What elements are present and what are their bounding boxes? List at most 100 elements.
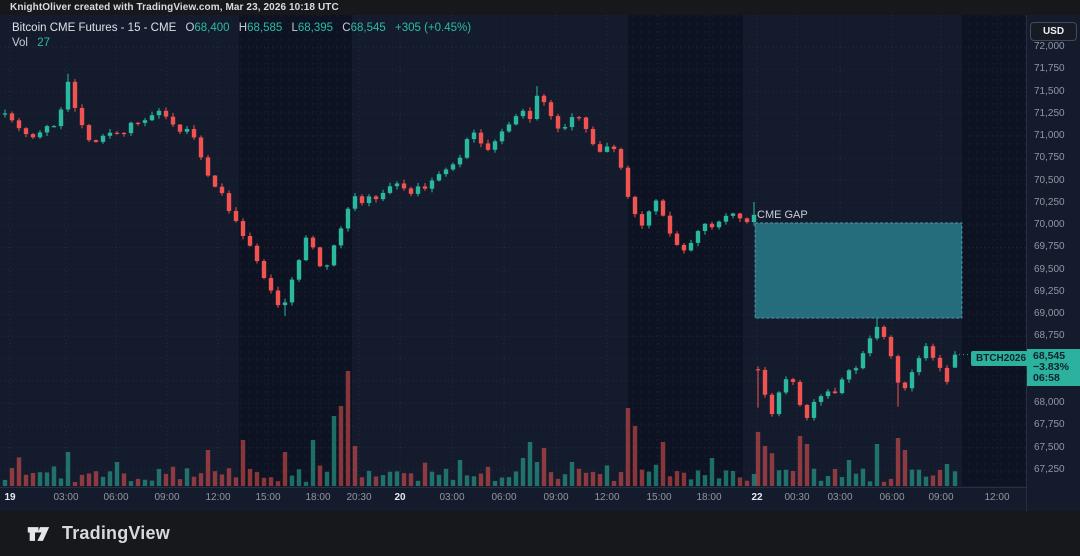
candle-body xyxy=(702,223,708,232)
volume-bar xyxy=(520,457,526,486)
volume-bar xyxy=(548,472,554,486)
volume-bar xyxy=(457,460,463,486)
legend-row-volume: Vol 27 xyxy=(12,36,471,51)
volume-bar xyxy=(541,448,547,486)
candle-body xyxy=(527,110,533,120)
volume-bar xyxy=(597,473,603,486)
candle-body xyxy=(611,146,617,150)
bar-close-countdown: 06:58 xyxy=(1033,372,1060,384)
candle-body xyxy=(408,188,414,194)
volume-bar xyxy=(723,470,729,486)
volume-bar xyxy=(191,476,197,486)
volume-bar xyxy=(429,471,435,486)
symbol-title[interactable]: Bitcoin CME Futures - 15 - CME xyxy=(12,22,176,34)
candle-body xyxy=(275,290,281,306)
candle-body xyxy=(93,140,99,142)
volume-bar xyxy=(184,468,190,486)
volume-bar xyxy=(128,481,134,486)
volume-bar xyxy=(930,475,936,486)
volume-bar xyxy=(121,473,127,486)
candle-body xyxy=(555,116,561,129)
volume-bar xyxy=(881,481,887,486)
volume-bar xyxy=(317,465,323,486)
volume-bar xyxy=(72,481,78,486)
attribution-bar: KnightOliver created with TradingView.co… xyxy=(0,0,1080,15)
candle-body xyxy=(44,126,50,133)
candle-body xyxy=(709,223,715,228)
legend: Bitcoin CME Futures - 15 - CME O68,400 H… xyxy=(12,21,471,51)
candle-body xyxy=(485,143,491,150)
time-label: 06:00 xyxy=(491,492,517,503)
volume-bar xyxy=(51,466,57,486)
price-tick-label: 67,750 xyxy=(1034,419,1065,431)
time-label: 12:00 xyxy=(984,492,1010,503)
candle-body xyxy=(762,369,768,395)
candle-body xyxy=(797,381,803,405)
candle-body xyxy=(471,132,477,140)
candle-body xyxy=(296,260,302,280)
volume-bar xyxy=(212,471,218,486)
volume-bar xyxy=(755,432,761,486)
tradingview-logo-icon[interactable] xyxy=(27,523,53,545)
candle-body xyxy=(499,131,505,142)
footer-bar: TradingView xyxy=(0,511,1080,556)
price-tick-label: 70,500 xyxy=(1034,174,1065,186)
time-label: 15:00 xyxy=(255,492,281,503)
candle-body xyxy=(562,127,568,129)
volume-bar xyxy=(769,453,775,486)
candle-body xyxy=(310,237,316,248)
volume-bar xyxy=(555,478,561,486)
candle-body xyxy=(58,109,64,127)
candle-body xyxy=(366,196,372,204)
candle-body xyxy=(352,196,358,209)
candle-body xyxy=(338,228,344,246)
time-label-day: 22 xyxy=(751,492,763,503)
price-chart[interactable]: CME GAP xyxy=(0,15,1026,487)
open-value: 68,400 xyxy=(194,22,230,34)
candle-body xyxy=(380,192,386,200)
time-label: 06:00 xyxy=(103,492,129,503)
candle-body xyxy=(457,157,463,165)
volume-bar xyxy=(156,468,162,486)
candle-body xyxy=(429,180,435,189)
volume-bar xyxy=(219,474,225,486)
candle-body xyxy=(142,120,148,123)
volume-bar xyxy=(135,478,141,486)
volume-bar xyxy=(58,478,64,486)
volume-bar xyxy=(709,458,715,486)
volume-bar xyxy=(233,477,239,486)
candle-body xyxy=(464,139,470,158)
candle-body xyxy=(443,169,449,175)
volume-bar xyxy=(839,477,845,486)
cme-gap-annotation[interactable]: CME GAP xyxy=(754,209,963,319)
candle-body xyxy=(359,196,365,204)
volume-bar xyxy=(867,481,873,486)
volume-bar xyxy=(860,468,866,486)
candle-body xyxy=(156,110,162,116)
volume-bar xyxy=(198,473,204,486)
candle-body xyxy=(923,346,929,359)
candle-body xyxy=(653,200,659,212)
brand-name[interactable]: TradingView xyxy=(62,523,170,544)
volume-bars xyxy=(2,371,958,486)
high-value: 68,585 xyxy=(247,22,283,34)
volume-bar xyxy=(562,474,568,486)
candle-body xyxy=(716,221,722,228)
candle-body xyxy=(576,117,582,119)
currency-toggle-button[interactable]: USD xyxy=(1030,22,1077,41)
candle-body xyxy=(881,326,887,337)
candle-body xyxy=(261,261,267,278)
candle-body xyxy=(450,164,456,170)
volume-bar xyxy=(513,471,519,486)
volume-bar xyxy=(254,472,260,486)
time-axis[interactable]: 19 03:00 06:00 09:00 12:00 15:00 18:00 20:30 20 0… xyxy=(0,487,1026,508)
price-axis[interactable]: 72,000 71,750 71,500 71,250 71,000 70,750 70,5… xyxy=(1026,15,1080,511)
volume-bar xyxy=(937,469,943,486)
volume-bar xyxy=(275,481,281,486)
volume-bar xyxy=(737,477,743,486)
chart-area[interactable]: CME GAP Bitcoin CME Futures - 15 - CME O… xyxy=(0,15,1080,511)
low-value: 68,395 xyxy=(297,22,334,34)
candle-body xyxy=(541,95,547,103)
candle-body xyxy=(2,113,8,115)
cme-gap-box[interactable] xyxy=(754,222,963,319)
